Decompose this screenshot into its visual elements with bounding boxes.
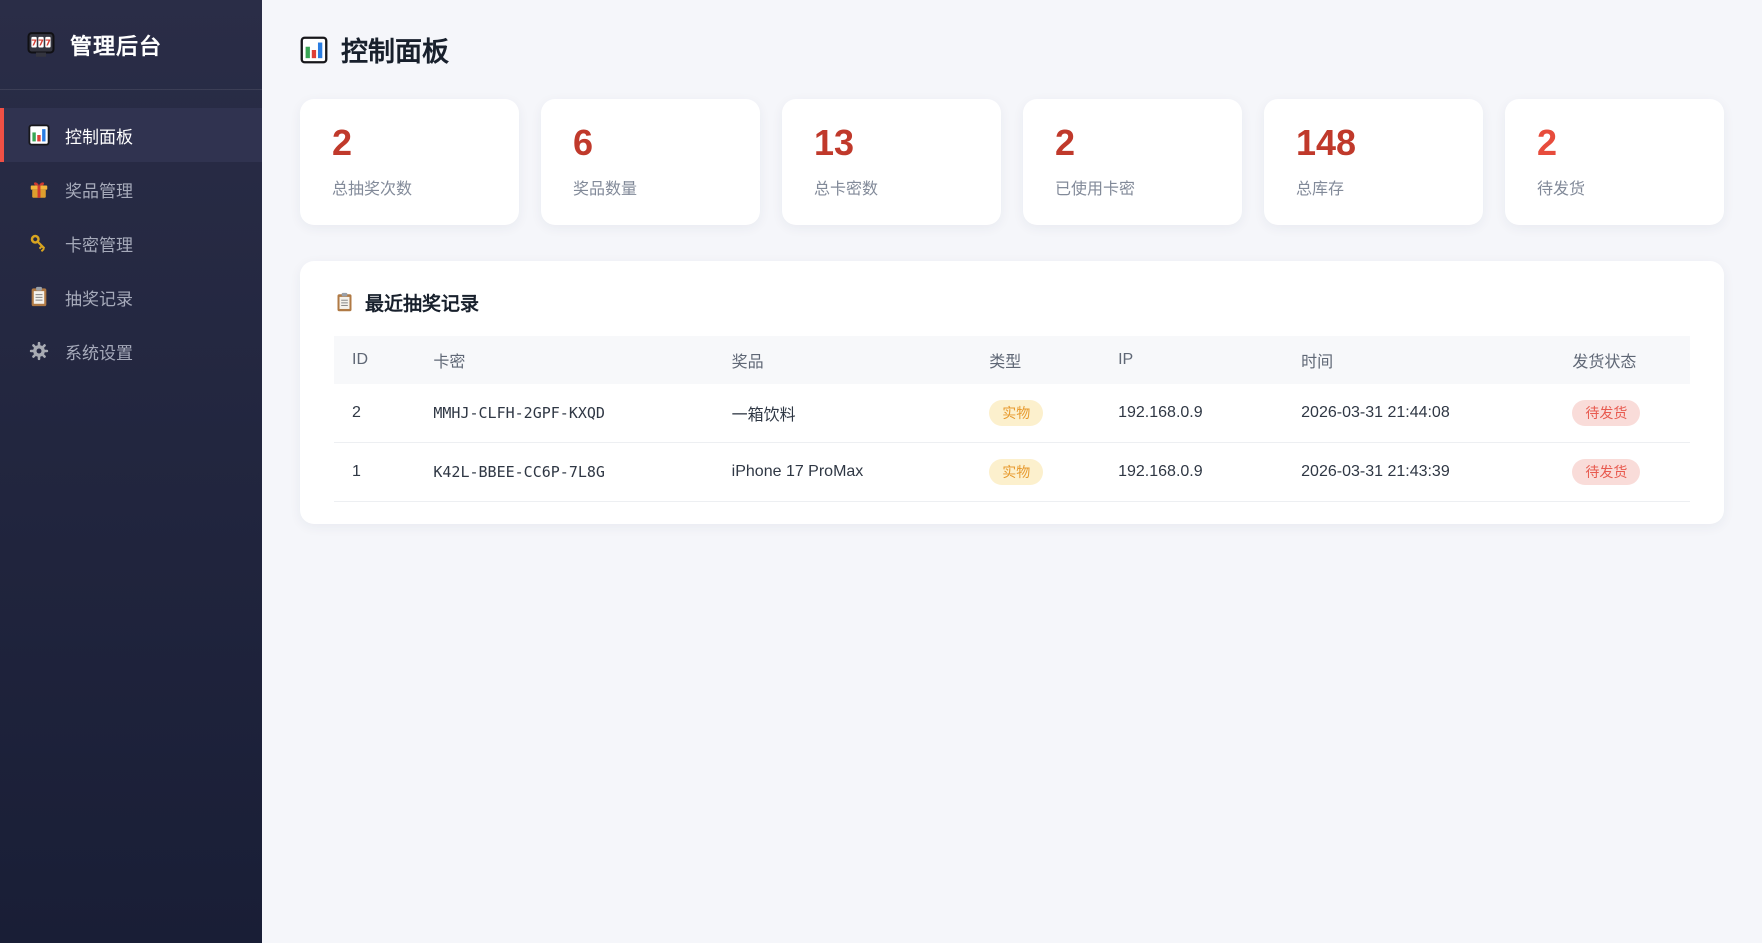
key-icon (28, 232, 50, 254)
table-header-row: ID 卡密 奖品 类型 IP 时间 发货状态 (334, 336, 1690, 384)
cell-time: 2026-03-31 21:43:39 (1283, 442, 1555, 503)
sidebar-item-card-keys[interactable]: 卡密管理 (0, 216, 262, 270)
stat-card-total-draws: 2 总抽奖次数 (300, 99, 519, 225)
table-row: 2 MMHJ-CLFH-2GPF-KXQD 一箱饮料 实物 192.168.0.… (334, 384, 1690, 444)
stat-label: 待发货 (1537, 181, 1586, 198)
cell-ip: 192.168.0.9 (1100, 384, 1284, 444)
app-logo: 7 7 7 管理后台 (0, 0, 262, 90)
gear-icon (28, 340, 50, 362)
cell-prize: 一箱饮料 (713, 384, 972, 444)
stat-card-used-keys: 2 已使用卡密 (1023, 99, 1242, 225)
cell-type: 实物 (971, 384, 1101, 444)
stat-value: 2 (332, 122, 353, 163)
stat-card-total-stock: 148 总库存 (1264, 99, 1483, 225)
main-content: 控制面板 2 总抽奖次数 6 奖品数量 13 总卡密数 2 已使用卡密 148 … (262, 0, 1762, 943)
cell-status: 待发货 (1554, 442, 1690, 503)
stats-grid: 2 总抽奖次数 6 奖品数量 13 总卡密数 2 已使用卡密 148 总库存 2… (300, 99, 1724, 225)
stat-label: 总抽奖次数 (332, 181, 413, 198)
stat-value: 6 (573, 122, 594, 163)
page-title: 控制面板 (341, 37, 449, 67)
svg-text:7: 7 (38, 37, 44, 47)
svg-text:7: 7 (45, 37, 51, 47)
sidebar-item-label: 系统设置 (65, 343, 133, 363)
cell-status: 待发货 (1554, 384, 1690, 444)
sidebar-item-settings[interactable]: 系统设置 (0, 324, 262, 378)
sidebar-item-prizes[interactable]: 奖品管理 (0, 162, 262, 216)
type-badge: 实物 (989, 400, 1044, 427)
bar-chart-icon (300, 36, 328, 64)
cell-ip: 192.168.0.9 (1100, 442, 1284, 503)
cell-key: MMHJ-CLFH-2GPF-KXQD (415, 384, 714, 444)
cell-key: K42L-BBEE-CC6P-7L8G (415, 442, 714, 503)
slot-machine-icon: 7 7 7 (26, 30, 56, 60)
panel-header: 最近抽奖记录 (334, 289, 1690, 316)
col-header-ip: IP (1100, 336, 1284, 384)
cell-id: 1 (334, 442, 416, 503)
bar-chart-icon (28, 124, 50, 146)
stat-card-total-keys: 13 总卡密数 (782, 99, 1001, 225)
stat-label: 总卡密数 (814, 181, 879, 198)
stat-value: 2 (1055, 122, 1076, 163)
stat-label: 已使用卡密 (1055, 181, 1136, 198)
stat-label: 奖品数量 (573, 181, 638, 198)
panel-title: 最近抽奖记录 (365, 294, 480, 315)
col-header-key: 卡密 (415, 336, 714, 384)
col-header-status: 发货状态 (1554, 336, 1690, 384)
sidebar-item-label: 控制面板 (65, 127, 133, 147)
sidebar-item-dashboard[interactable]: 控制面板 (0, 108, 262, 162)
clipboard-icon (28, 286, 50, 308)
sidebar-item-label: 卡密管理 (65, 235, 133, 255)
stat-card-prize-count: 6 奖品数量 (541, 99, 760, 225)
cell-id: 2 (334, 384, 416, 444)
status-badge: 待发货 (1572, 400, 1641, 427)
stat-card-pending-shipment: 2 待发货 (1505, 99, 1724, 225)
sidebar: 7 7 7 管理后台 控制面板 奖品管理 卡密管理 抽奖记录 系统设置 (0, 0, 262, 943)
stat-value: 2 (1537, 122, 1558, 163)
cell-type: 实物 (971, 442, 1101, 503)
recent-records-panel: 最近抽奖记录 ID 卡密 奖品 类型 IP 时间 发货状态 2 MMHJ-CLF… (300, 261, 1724, 525)
sidebar-item-label: 奖品管理 (65, 181, 133, 201)
gift-icon (28, 178, 50, 200)
sidebar-item-label: 抽奖记录 (65, 289, 133, 309)
stat-label: 总库存 (1296, 181, 1345, 198)
type-badge: 实物 (989, 459, 1044, 486)
status-badge: 待发货 (1572, 459, 1641, 486)
col-header-type: 类型 (971, 336, 1101, 384)
svg-text:7: 7 (31, 37, 37, 47)
table-row: 1 K42L-BBEE-CC6P-7L8G iPhone 17 ProMax 实… (334, 442, 1690, 503)
sidebar-item-draw-records[interactable]: 抽奖记录 (0, 270, 262, 324)
sidebar-nav: 控制面板 奖品管理 卡密管理 抽奖记录 系统设置 (0, 90, 262, 378)
stat-value: 13 (814, 122, 855, 163)
col-header-prize: 奖品 (713, 336, 972, 384)
cell-prize: iPhone 17 ProMax (713, 442, 972, 503)
clipboard-icon (334, 292, 355, 313)
page-header: 控制面板 (300, 30, 1724, 69)
col-header-time: 时间 (1283, 336, 1555, 384)
cell-time: 2026-03-31 21:44:08 (1283, 384, 1555, 444)
col-header-id: ID (334, 336, 416, 384)
records-table: ID 卡密 奖品 类型 IP 时间 发货状态 2 MMHJ-CLFH-2GPF-… (334, 336, 1690, 503)
stat-value: 148 (1296, 122, 1357, 163)
app-title: 管理后台 (70, 33, 163, 59)
